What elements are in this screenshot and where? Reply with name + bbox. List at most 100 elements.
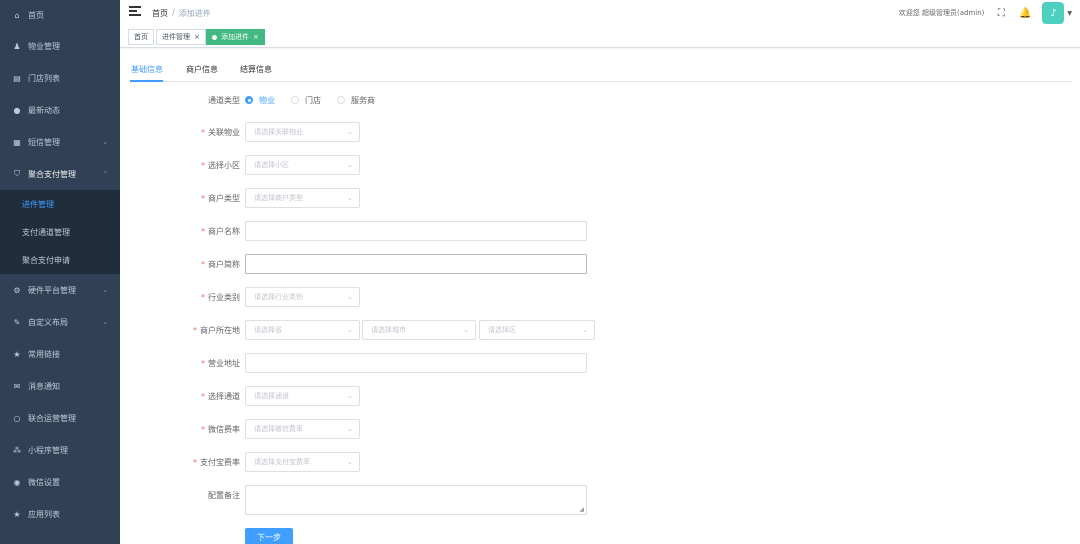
tab-settlement-info[interactable]: 结算信息	[240, 64, 272, 75]
breadcrumb-current: 添加进件	[178, 9, 211, 18]
breadcrumb-separator: /	[172, 8, 175, 17]
top-navbar: 首页 / 添加进件 欢迎您 超级管理员(admin) ⛶ 🔔 ♪ ▼	[120, 0, 1080, 26]
sidebar-item-sms[interactable]: ▦ 短信管理 ⌄	[0, 126, 120, 158]
active-dot-icon	[212, 34, 217, 40]
form-item-industry: * 行业类别 请选择行业类别 ⌄	[120, 287, 1080, 307]
tag-label: 添加进件	[221, 33, 249, 41]
sidebar-item-label: 联合运营管理	[28, 413, 76, 423]
form-label: * 行业类别	[201, 292, 240, 302]
avatar[interactable]: ♪	[1042, 2, 1065, 24]
chevron-down-icon: ⌄	[347, 326, 353, 334]
address-input[interactable]	[245, 353, 587, 373]
related-property-select[interactable]: 请选择关联物业 ⌄	[245, 122, 360, 142]
wechat-icon: ◉	[13, 477, 21, 487]
welcome-text: 欢迎您 超级管理员(admin)	[898, 9, 985, 17]
sidebar-item-messages[interactable]: ✉ 消息通知	[0, 370, 120, 402]
sidebar-item-label: 门店列表	[28, 73, 60, 83]
radio-service-provider[interactable]: 服务商	[337, 95, 375, 106]
form-item-related-property: * 关联物业 请选择关联物业 ⌄	[120, 122, 1080, 142]
sidebar-item-label: 微信设置	[28, 477, 60, 487]
sidebar-item-layout[interactable]: ✎ 自定义布局 ⌄	[0, 306, 120, 338]
sidebar-item-hardware[interactable]: ⚙ 硬件平台管理 ⌄	[0, 274, 120, 306]
sidebar-item-pay-apply[interactable]: 聚合支付申请	[0, 246, 120, 274]
tab-basic-info[interactable]: 基础信息	[131, 64, 163, 75]
alipay-rate-select[interactable]: 请选择支付宝费率 ⌄	[245, 452, 360, 472]
sidebar-item-links[interactable]: ★ 常用链接	[0, 338, 120, 370]
sidebar-item-label: 应用列表	[28, 509, 60, 519]
sidebar-item-miniprogram[interactable]: ⁂ 小程序管理	[0, 434, 120, 466]
chevron-up-icon: ⌃	[102, 170, 108, 178]
merchant-short-name-input[interactable]	[245, 254, 587, 274]
chevron-down-icon: ⌄	[347, 293, 353, 301]
chevron-down-icon: ⌄	[347, 128, 353, 136]
chevron-down-icon: ⌄	[347, 392, 353, 400]
sidebar-item-news[interactable]: ● 最新动态	[0, 94, 120, 126]
fullscreen-icon[interactable]: ⛶	[994, 6, 1008, 20]
form-item-channel: * 选择通道 请选择通道 ⌄	[120, 386, 1080, 406]
form-tabs: 基础信息 商户信息 结算信息	[130, 60, 1072, 82]
user-icon: ♟	[13, 41, 21, 51]
sidebar-item-label: 自定义布局	[28, 317, 68, 327]
close-icon[interactable]: ×	[194, 33, 200, 41]
form-label: * 选择通道	[201, 391, 240, 401]
message-icon: ✉	[13, 381, 21, 391]
form-item-merchant-short-name: * 商户简称	[120, 254, 1080, 274]
bell-icon[interactable]: 🔔	[1018, 6, 1032, 20]
sidebar-item-label: 常用链接	[28, 349, 60, 359]
form-label: 通道类型	[208, 95, 240, 105]
tag-add-jinjian[interactable]: 添加进件 ×	[206, 29, 265, 45]
merchant-type-select[interactable]: 请选择商户类型 ⌄	[245, 188, 360, 208]
form-label: * 商户简称	[201, 259, 240, 269]
bulb-icon: ○	[13, 413, 21, 423]
sidebar-item-jinjian[interactable]: 进件管理	[0, 190, 120, 218]
remark-textarea[interactable]: ◢	[245, 485, 587, 515]
sidebar-item-pay-channel[interactable]: 支付通道管理	[0, 218, 120, 246]
form-label: * 微信费率	[201, 424, 240, 434]
district-select[interactable]: 请选择区 ⌄	[479, 320, 595, 340]
cluster-icon: ⁂	[13, 445, 21, 455]
form-item-wechat-rate: * 微信费率 请选择微信费率 ⌄	[120, 419, 1080, 439]
sidebar-item-wechat[interactable]: ◉ 微信设置	[0, 466, 120, 498]
form-label: * 选择小区	[201, 160, 240, 170]
chevron-down-icon: ⌄	[347, 194, 353, 202]
store-icon: ▤	[13, 73, 21, 83]
sidebar-item-apps[interactable]: ★ 应用列表	[0, 498, 120, 530]
sidebar-item-home[interactable]: ⌂ 首页	[0, 0, 120, 30]
merchant-name-input[interactable]	[245, 221, 587, 241]
channel-select[interactable]: 请选择通道 ⌄	[245, 386, 360, 406]
sidebar-item-label: 聚合支付管理	[28, 169, 76, 179]
resize-grip-icon[interactable]: ◢	[579, 506, 584, 513]
sidebar-item-label: 最新动态	[28, 105, 60, 115]
sidebar-item-label: 硬件平台管理	[28, 285, 76, 295]
industry-select[interactable]: 请选择行业类别 ⌄	[245, 287, 360, 307]
grid-icon: ▦	[13, 137, 21, 147]
breadcrumb: 首页 / 添加进件	[152, 8, 211, 19]
shield-icon: ⛉	[14, 169, 20, 178]
close-icon[interactable]: ×	[253, 33, 259, 41]
radio-property[interactable]: 物业	[245, 95, 275, 106]
sidebar-item-joint-ops[interactable]: ○ 联合运营管理	[0, 402, 120, 434]
tag-home[interactable]: 首页	[128, 29, 154, 45]
sidebar-item-property[interactable]: ♟ 物业管理	[0, 30, 120, 62]
caret-down-icon[interactable]: ▼	[1067, 10, 1072, 17]
tags-view: 首页 进件管理 × 添加进件 ×	[120, 26, 1080, 48]
sidebar-item-label: 消息通知	[28, 381, 60, 391]
hamburger-icon[interactable]	[129, 6, 141, 18]
form-label: * 支付宝费率	[193, 457, 240, 467]
tag-jinjian[interactable]: 进件管理 ×	[156, 29, 206, 45]
sidebar-item-stores[interactable]: ▤ 门店列表	[0, 62, 120, 94]
form-label: 配置备注	[208, 490, 240, 500]
tab-merchant-info[interactable]: 商户信息	[186, 64, 218, 75]
sidebar-item-label: 物业管理	[28, 41, 60, 51]
radio-store[interactable]: 门店	[291, 95, 321, 106]
gear-icon: ⚙	[13, 285, 21, 295]
sidebar-item-aggregate-pay[interactable]: ⛉ 聚合支付管理 ⌃	[0, 158, 120, 190]
community-select[interactable]: 请选择小区 ⌄	[245, 155, 360, 175]
next-step-button[interactable]: 下一步	[245, 528, 293, 544]
wechat-rate-select[interactable]: 请选择微信费率 ⌄	[245, 419, 360, 439]
breadcrumb-home[interactable]: 首页	[152, 8, 168, 19]
city-select[interactable]: 请选择城市 ⌄	[362, 320, 476, 340]
chevron-down-icon: ⌄	[582, 326, 588, 334]
form-item-merchant-name: * 商户名称	[120, 221, 1080, 241]
province-select[interactable]: 请选择省 ⌄	[245, 320, 360, 340]
